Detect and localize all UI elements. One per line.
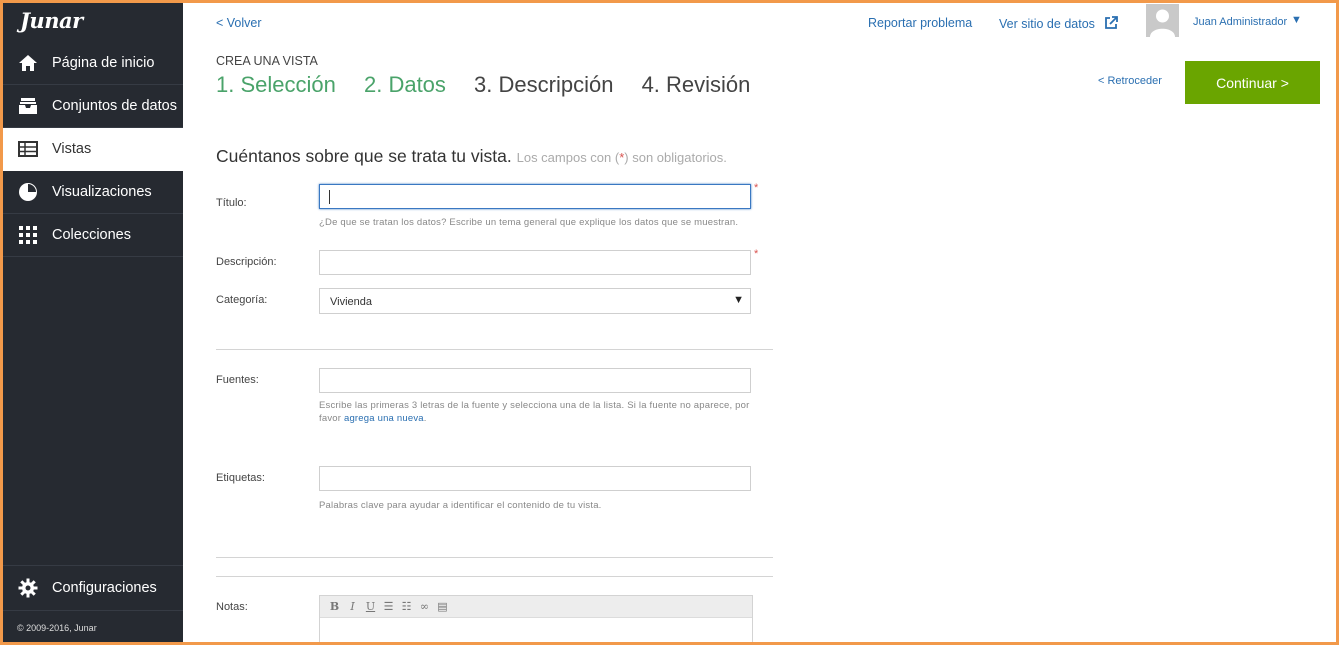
bold-icon[interactable]: B [328,600,341,613]
user-menu[interactable]: Juan Administrador [1193,16,1287,28]
home-icon [17,52,39,74]
divider [216,557,773,558]
underline-icon[interactable]: U [364,600,377,613]
external-link-icon [1104,16,1119,33]
image-icon[interactable]: ▤ [436,600,449,613]
gear-icon [17,577,39,599]
divider [216,349,773,350]
category-label: Categoría: [216,294,268,306]
required-note: Los campos con (*) son obligatorios. [517,150,727,165]
table-icon [17,138,39,160]
wizard-steps: 1. Selección 2. Datos 3. Descripción 4. … [216,72,772,98]
copyright: © 2009-2016, Junar [17,623,97,633]
required-note-prefix: Los campos con ( [516,150,620,165]
step-data[interactable]: 2. Datos [364,72,446,97]
page-subtitle: CREA UNA VISTA [216,54,318,68]
sidebar-item-home[interactable]: Página de inicio [0,42,183,85]
required-marker: * [754,248,759,260]
pie-chart-icon [17,181,39,203]
sources-input[interactable] [319,368,751,393]
caret-down-icon[interactable]: ▼ [1291,14,1302,26]
italic-icon[interactable]: I [346,600,359,613]
back-link[interactable]: < Volver [216,16,262,30]
logo[interactable]: Junar [0,0,183,42]
sidebar-item-settings[interactable]: Configuraciones [0,565,183,611]
sidebar-item-label: Vistas [52,141,92,157]
category-value: Vivienda [330,296,372,308]
grid-icon [17,224,39,246]
link-icon[interactable]: ∞ [418,600,431,613]
form-heading-text: Cuéntanos sobre que se trata tu vista. [216,146,512,166]
step-review: 4. Revisión [641,72,751,97]
sidebar-item-collections[interactable]: Colecciones [0,214,183,257]
step-description: 3. Descripción [474,72,614,97]
form-heading: Cuéntanos sobre que se trata tu vista. L… [216,146,727,167]
sources-help: Escribe las primeras 3 letras de la fuen… [319,399,779,425]
required-marker: * [754,182,759,194]
view-data-site-label: Ver sitio de datos [999,17,1095,31]
title-input[interactable] [319,184,751,209]
numbered-list-icon[interactable]: ☷ [400,600,413,613]
sidebar-item-visualizations[interactable]: Visualizaciones [0,171,183,214]
title-help: ¿De que se tratan los datos? Escribe un … [319,217,739,228]
sidebar-item-label: Conjuntos de datos [52,98,177,114]
inbox-icon [17,95,39,117]
tags-input[interactable] [319,466,751,491]
continue-button[interactable]: Continuar > [1185,61,1320,104]
add-source-link[interactable]: agrega una nueva [344,413,424,424]
caret-down-icon: ▼ [733,294,744,306]
required-note-suffix: ) son obligatorios. [624,150,727,165]
description-input[interactable] [319,250,751,275]
sidebar-item-label: Configuraciones [52,580,157,596]
divider [216,576,773,577]
notes-editor[interactable]: B I U ☰ ☷ ∞ ▤ [319,595,753,645]
notes-label: Notas: [216,601,248,613]
sidebar-item-datasets[interactable]: Conjuntos de datos [0,85,183,128]
description-label: Descripción: [216,256,277,268]
logo-text: Junar [20,8,83,33]
avatar[interactable] [1146,4,1179,37]
tags-help: Palabras clave para ayudar a identificar… [319,500,602,511]
sources-help-end: . [423,413,427,424]
sources-help-text-2: favor [319,413,344,424]
text-cursor [329,190,330,204]
bullet-list-icon[interactable]: ☰ [382,600,395,613]
step-selection[interactable]: 1. Selección [216,72,336,97]
sidebar-item-label: Visualizaciones [52,184,152,200]
sources-help-text: Escribe las primeras 3 letras de la fuen… [319,400,750,411]
previous-step-link[interactable]: < Retroceder [1098,75,1162,87]
report-problem-link[interactable]: Reportar problema [868,16,972,30]
view-data-site-link[interactable]: Ver sitio de datos [999,16,1119,33]
sidebar-item-label: Colecciones [52,227,131,243]
sidebar-footer: Configuraciones © 2009-2016, Junar [0,565,183,645]
sources-label: Fuentes: [216,374,259,386]
sidebar-item-label: Página de inicio [52,55,155,71]
sidebar-item-views[interactable]: Vistas [0,128,183,171]
tags-label: Etiquetas: [216,472,265,484]
editor-toolbar: B I U ☰ ☷ ∞ ▤ [320,596,752,618]
sidebar: Junar Página de inicio Conjuntos de dato… [0,0,183,645]
title-label: Título: [216,197,247,209]
category-select[interactable]: Vivienda ▼ [319,288,751,314]
